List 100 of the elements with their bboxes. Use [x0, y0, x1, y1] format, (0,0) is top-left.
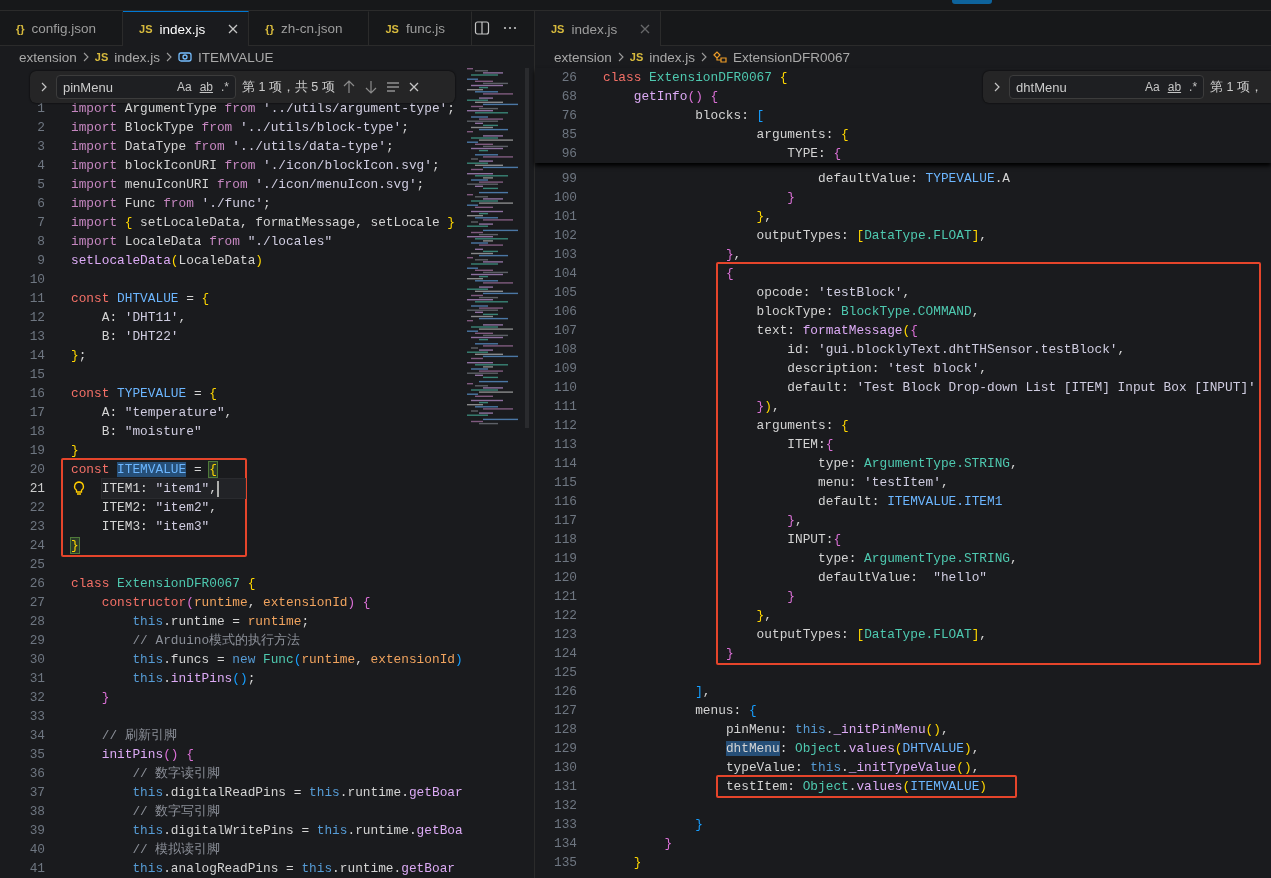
line-number: 99 [560, 170, 577, 188]
match-count: 第 1 项，共 5 项 [242, 78, 335, 96]
match-count: 第 1 项， [1210, 78, 1263, 96]
code-line: import Func from './func'; [71, 195, 271, 213]
code-line: import { setLocaleData, formatMessage, setLocale } [71, 214, 455, 232]
line-number: 127 [552, 702, 577, 720]
find-option-toggle[interactable]: Aa [176, 80, 192, 94]
line-number: 6 [36, 195, 45, 213]
line-number: 104 [552, 265, 577, 283]
code-line: outputTypes: [DataType.FLOAT], [756, 227, 987, 245]
code-line: menus: { [695, 702, 757, 720]
line-number: 13 [28, 328, 45, 346]
code-line: // Arduino模式的执行方法 [132, 632, 301, 650]
minimap-drawing[interactable] [467, 68, 529, 428]
code-line: ], [695, 683, 711, 701]
editor-tab[interactable]: JS index.js [123, 11, 250, 46]
line-number: 117 [552, 512, 577, 530]
code-line: typeValue: this._initTypeValue(), [725, 759, 980, 777]
code-line: } [725, 645, 734, 663]
code-line: dhtMenu: Object.values(DHTVALUE), [725, 740, 980, 758]
code-line: { [725, 265, 734, 283]
line-number: 27 [28, 594, 45, 612]
find-option-toggle[interactable]: .* [221, 80, 229, 94]
code-line: }, [756, 208, 772, 226]
code-line: import ArgumentType from '../utils/argument-type'; [71, 100, 455, 118]
line-number: 105 [552, 284, 577, 302]
variable-icon [178, 50, 193, 64]
code-line: this.digitalWritePins = this.runtime.getBoa [132, 822, 463, 840]
code-line: import DataType from '../utils/data-type'; [71, 138, 394, 156]
find-option-toggle[interactable]: ab [199, 80, 213, 94]
code-line: }; [71, 347, 87, 365]
breadcrumb-item[interactable]: extension [554, 49, 612, 65]
line-number: 35 [28, 746, 45, 764]
breadcrumb-item[interactable]: index.js [649, 49, 696, 65]
code-line: type: ArgumentType.STRING, [818, 550, 1018, 568]
code-line: } [664, 835, 673, 853]
line-number: 11 [28, 290, 45, 308]
line-number: 115 [552, 474, 577, 492]
find-option-toggle[interactable]: ab [1167, 80, 1182, 94]
breadcrumb-item[interactable]: index.js [114, 49, 161, 65]
editor-tab[interactable]: JS index.js [535, 11, 662, 46]
line-number: 14 [28, 347, 45, 365]
code-line: // 模拟读引脚 [132, 841, 221, 859]
line-number: 20 [28, 461, 45, 479]
code-line: constructor(runtime, extensionId) { [101, 594, 371, 612]
line-number: 111 [552, 398, 577, 416]
code-line: pinMenu: this._initPinMenu(), [725, 721, 949, 739]
breadcrumb-item[interactable]: extension [19, 49, 77, 65]
code-line: this.runtime = runtime; [132, 613, 310, 631]
code-line: }, [756, 607, 772, 625]
line-number: 126 [552, 683, 577, 701]
line-number: 40 [28, 841, 45, 859]
code-line: description: 'test block', [787, 360, 987, 378]
code-line: } [71, 442, 79, 460]
line-number: 8 [36, 233, 45, 251]
line-number: 2 [36, 119, 45, 137]
line-number: 37 [28, 784, 45, 802]
code-line: this.digitalReadPins = this.runtime.getBoar [132, 784, 463, 802]
line-number: 39 [28, 822, 45, 840]
find-input[interactable]: pinMenu Aa ab .* [56, 75, 236, 99]
line-number: 129 [552, 740, 577, 758]
breadcrumb-item[interactable]: ITEMVALUE [198, 49, 274, 65]
code-line: class ExtensionDFR0067 { [603, 69, 788, 87]
find-in-selection-icon[interactable] [384, 79, 401, 95]
breadcrumb-item[interactable]: ExtensionDFR0067 [733, 49, 851, 65]
line-number: 7 [36, 214, 45, 232]
code-line: default: 'Test Block Drop-down List [ITEM] Input Box [INPUT]' [787, 379, 1256, 397]
line-number: 25 [28, 556, 45, 574]
code-line: outputTypes: [DataType.FLOAT], [756, 626, 987, 644]
code-line: } [633, 854, 642, 872]
code-line: opcode: 'testBlock', [756, 284, 911, 302]
line-number: 85 [560, 126, 577, 144]
code-line: ITEM:{ [787, 436, 834, 454]
split-editor-icon[interactable] [474, 20, 490, 36]
code-line: } [787, 588, 795, 606]
line-number: 125 [552, 664, 577, 682]
line-number: 101 [552, 208, 577, 226]
lightbulb-icon[interactable] [73, 481, 85, 496]
line-number: 12 [28, 309, 45, 327]
line-number: 108 [552, 341, 577, 359]
code-line: defaultValue: TYPEVALUE.A [818, 170, 1011, 188]
line-number: 102 [552, 227, 577, 245]
find-option-toggle[interactable]: Aa [1145, 80, 1160, 94]
code-line: this.analogReadPins = this.runtime.getBoar [132, 860, 455, 878]
line-number: 112 [552, 417, 577, 435]
line-number: 116 [552, 493, 577, 511]
line-number: 128 [552, 721, 577, 739]
line-number: 33 [28, 708, 45, 726]
find-option-toggle[interactable]: .* [1189, 80, 1198, 94]
code-line: type: ArgumentType.STRING, [818, 455, 1018, 473]
find-input[interactable]: dhtMenu Aa ab .* [1009, 75, 1205, 99]
line-number: 17 [28, 404, 45, 422]
line-number: 15 [28, 366, 45, 384]
code-line: ITEM3: "item3" [101, 518, 210, 536]
line-number: 18 [28, 423, 45, 441]
line-number: 118 [552, 531, 577, 549]
line-number: 96 [560, 145, 577, 163]
code-line: }, [725, 246, 742, 264]
line-number: 34 [28, 727, 45, 745]
code-line: text: formatMessage({ [756, 322, 918, 340]
